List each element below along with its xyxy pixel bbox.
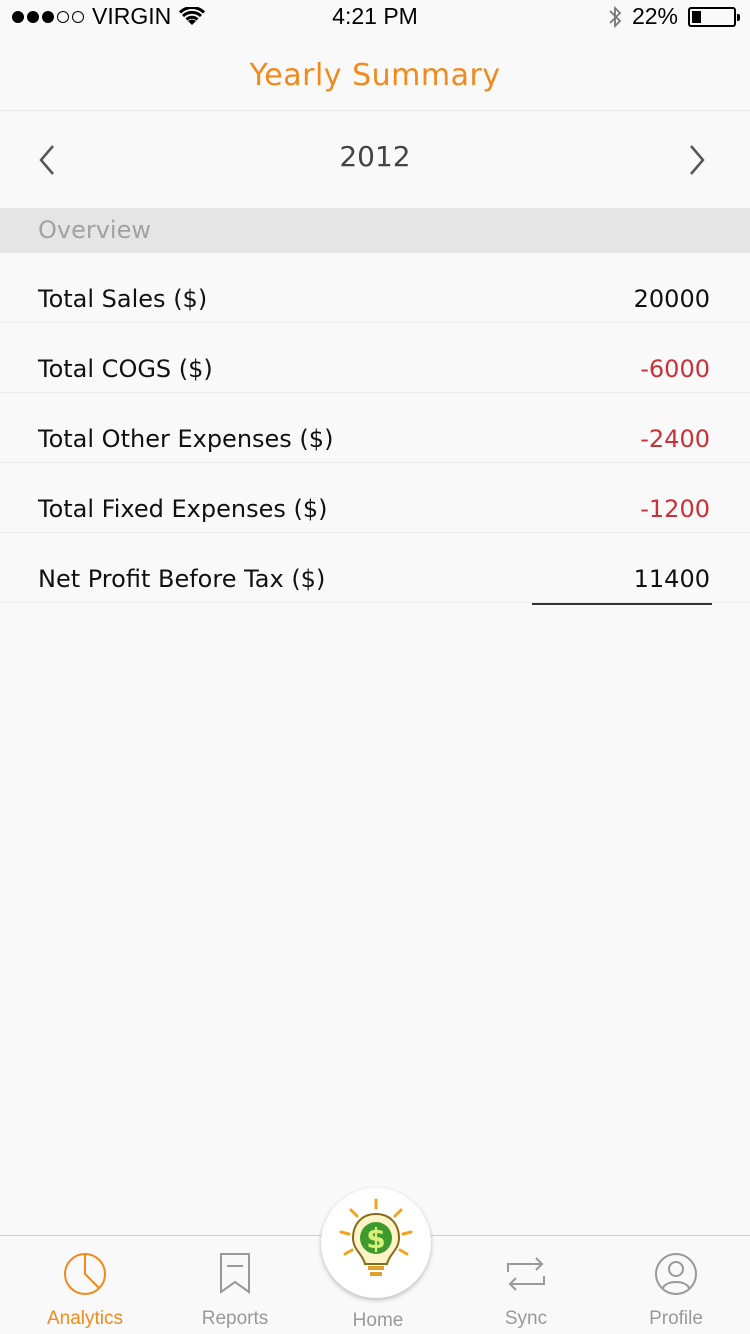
row-label: Total COGS ($) (38, 355, 213, 383)
tab-label: Sync (504, 1308, 548, 1329)
row-total-other-expenses: Total Other Expenses ($) -2400 (0, 393, 750, 463)
section-header-overview: Overview (0, 208, 750, 253)
tab-label: Reports (201, 1308, 269, 1329)
sync-icon (507, 1257, 545, 1291)
year-label: 2012 (339, 140, 411, 173)
tab-reports[interactable]: Reports (160, 1236, 310, 1334)
summary-list: Total Sales ($) 20000 Total COGS ($) -60… (0, 253, 750, 605)
tab-label: Home (352, 1310, 404, 1331)
battery-fill (692, 10, 701, 23)
row-value: -6000 (640, 355, 710, 383)
tab-label: Analytics (46, 1308, 124, 1329)
row-label: Net Profit Before Tax ($) (38, 565, 326, 593)
row-net-profit: Net Profit Before Tax ($) 11400 (0, 533, 750, 603)
battery-icon (688, 6, 740, 27)
lightbulb-dollar-icon: $ (339, 1198, 413, 1276)
row-value: -1200 (640, 495, 710, 523)
row-total-fixed-expenses: Total Fixed Expenses ($) -1200 (0, 463, 750, 533)
total-underline (532, 603, 712, 605)
year-navigator: 2012 (0, 112, 750, 208)
status-right: 22% (608, 3, 740, 30)
svg-text:$: $ (366, 1222, 385, 1255)
tab-sync[interactable]: Sync (451, 1236, 601, 1334)
row-value: 11400 (633, 565, 710, 593)
bookmark-icon (220, 1253, 250, 1294)
tab-label: Profile (649, 1308, 703, 1329)
chevron-right-icon (690, 145, 705, 175)
page-title: Yearly Summary (249, 58, 501, 93)
status-bar: VIRGIN 4:21 PM 22% (0, 0, 750, 30)
header-divider (0, 110, 750, 111)
row-total-cogs: Total COGS ($) -6000 (0, 323, 750, 393)
row-total-sales: Total Sales ($) 20000 (0, 253, 750, 323)
pie-chart-icon (64, 1253, 106, 1295)
row-value: -2400 (640, 425, 710, 453)
next-year-button[interactable] (682, 142, 712, 178)
tab-profile[interactable]: Profile (601, 1236, 750, 1334)
row-label: Total Other Expenses ($) (38, 425, 334, 453)
battery-percent: 22% (631, 3, 678, 29)
row-value: 20000 (633, 285, 710, 313)
tab-analytics[interactable]: Analytics (10, 1236, 160, 1334)
bluetooth-icon (609, 5, 622, 28)
profile-icon (655, 1253, 697, 1295)
home-button[interactable]: $ (321, 1188, 431, 1298)
row-label: Total Sales ($) (38, 285, 208, 313)
row-label: Total Fixed Expenses ($) (38, 495, 328, 523)
